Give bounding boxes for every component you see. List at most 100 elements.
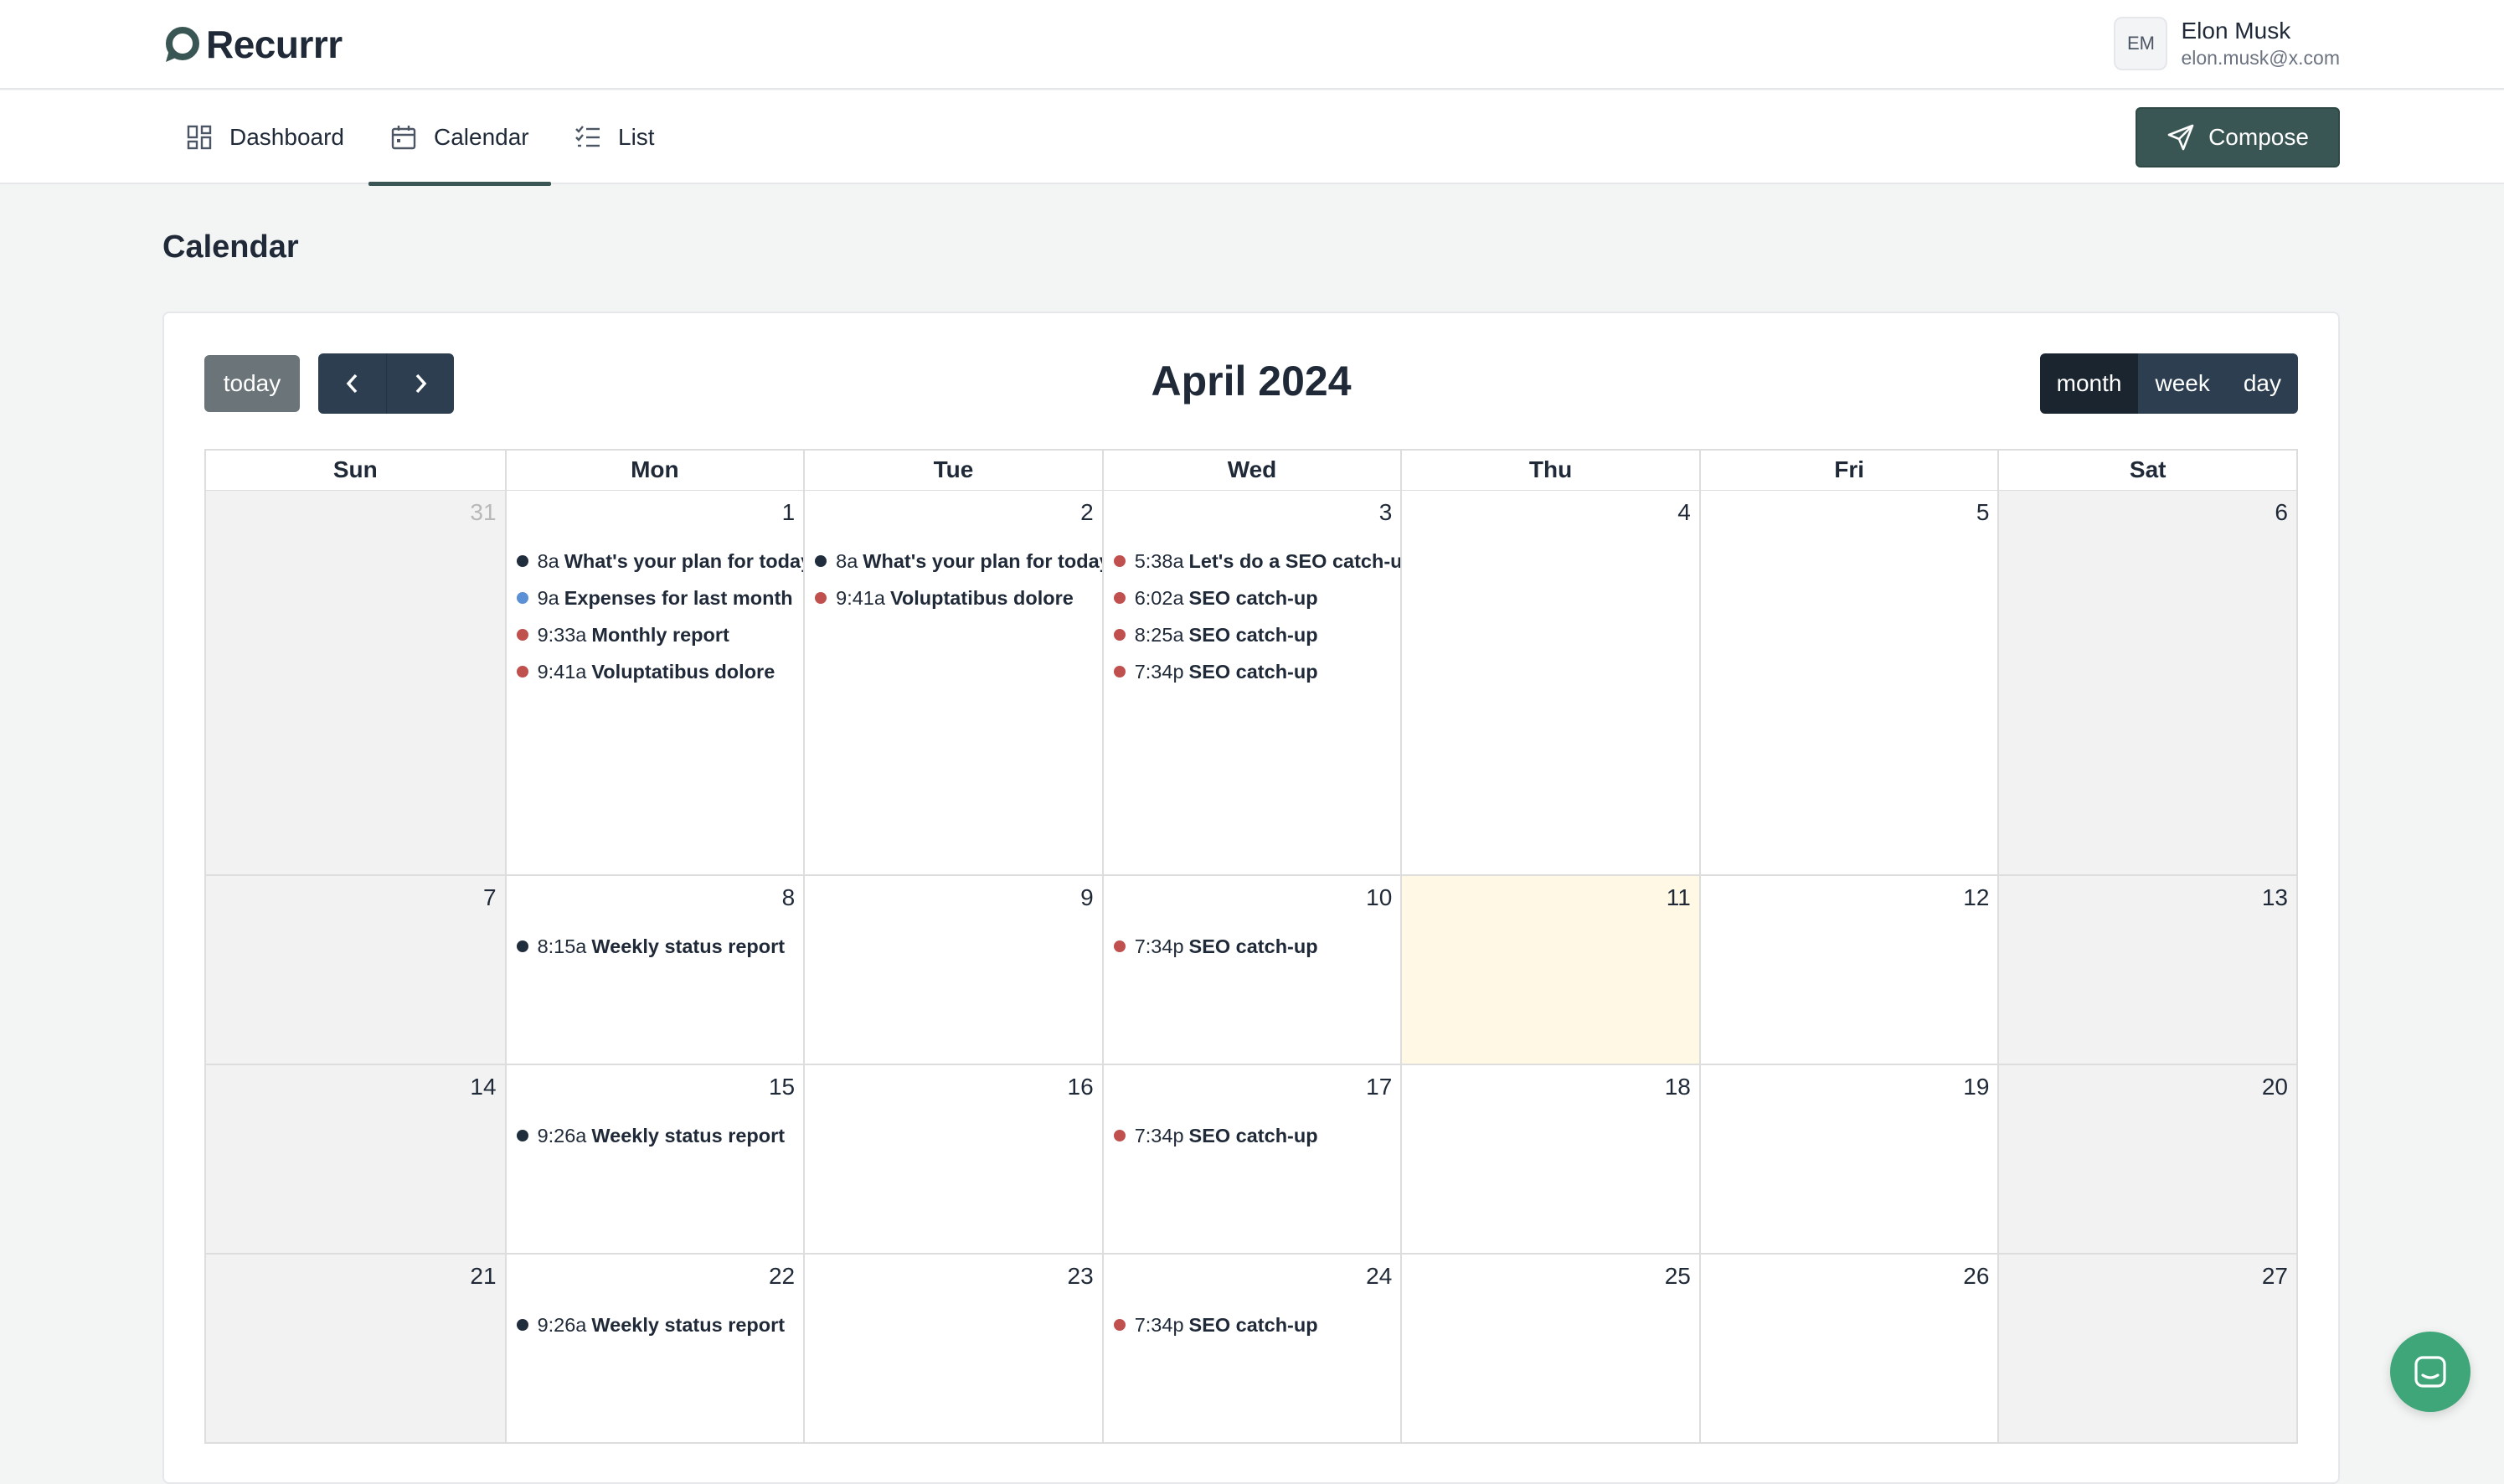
day-cell[interactable]: 2 8a What's your plan for today? 9:41a Volup… <box>803 491 1102 874</box>
app-logo[interactable]: Recurrr <box>162 20 343 69</box>
calendar-event[interactable]: 6:02a SEO catch-up <box>1113 580 1401 616</box>
view-week-button[interactable]: week <box>2138 353 2227 414</box>
tab-dashboard[interactable]: Dashboard <box>164 90 366 184</box>
day-number[interactable]: 10 <box>1366 884 1392 911</box>
day-number[interactable]: 7 <box>483 884 497 911</box>
day-number[interactable]: 18 <box>1665 1074 1691 1100</box>
day-number[interactable]: 17 <box>1366 1074 1392 1100</box>
day-cell[interactable]: 7 <box>206 876 505 1064</box>
user-menu[interactable]: EM Elon Musk elon.musk@x.com <box>2114 15 2340 72</box>
day-number[interactable]: 16 <box>1068 1074 1094 1100</box>
day-number[interactable]: 1 <box>782 499 796 526</box>
calendar-event[interactable]: 5:38a Let's do a SEO catch-up <box>1113 543 1400 580</box>
event-time: 9:26a <box>537 1313 587 1336</box>
day-number[interactable]: 5 <box>1976 499 1990 526</box>
tab-list[interactable]: List <box>553 90 677 184</box>
day-number[interactable]: 15 <box>769 1074 795 1100</box>
day-cell[interactable]: 27 <box>1997 1255 2296 1442</box>
day-cell[interactable]: 26 <box>1698 1255 1998 1442</box>
day-number[interactable]: 2 <box>1080 499 1094 526</box>
day-number[interactable]: 31 <box>470 499 496 526</box>
day-cell[interactable]: 16 <box>803 1065 1102 1253</box>
calendar-event[interactable]: 9:26a Weekly status report <box>516 1306 804 1343</box>
day-cell[interactable]: 5 <box>1698 491 1998 874</box>
calendar-event[interactable]: 8a What's your plan for today? <box>516 543 803 580</box>
day-number[interactable]: 27 <box>2262 1263 2288 1290</box>
day-number[interactable]: 14 <box>470 1074 496 1100</box>
week-row: 14 15 9:26a Weekly status report 16 17 7:34p SE… <box>204 1065 2298 1255</box>
calendar-event[interactable]: 9a Expenses for last month <box>516 580 804 616</box>
day-number[interactable]: 6 <box>2275 499 2288 526</box>
day-cell[interactable]: 23 <box>803 1255 1102 1442</box>
chat-launcher-button[interactable] <box>2390 1332 2471 1412</box>
calendar-event[interactable]: 8:25a SEO catch-up <box>1113 616 1401 653</box>
event-dot <box>516 555 528 567</box>
day-number[interactable]: 20 <box>2262 1074 2288 1100</box>
calendar-event[interactable]: 7:34p SEO catch-up <box>1113 1306 1401 1343</box>
event-title: Weekly status report <box>591 1124 786 1146</box>
calendar-event[interactable]: 7:34p SEO catch-up <box>1113 1117 1401 1154</box>
day-cell[interactable]: 13 <box>1997 876 2296 1064</box>
day-cell[interactable]: 6 <box>1997 491 2296 874</box>
day-number[interactable]: 8 <box>782 884 796 911</box>
day-number[interactable]: 9 <box>1080 884 1094 911</box>
view-day-button[interactable]: day <box>2226 353 2298 414</box>
tab-label: Calendar <box>434 124 529 150</box>
chat-icon <box>2414 1356 2446 1388</box>
event-time: 9a <box>537 586 559 609</box>
day-number[interactable]: 22 <box>769 1263 795 1290</box>
day-cell[interactable]: 11 <box>1400 876 1699 1064</box>
day-cell[interactable]: 9 <box>803 876 1102 1064</box>
day-number[interactable]: 26 <box>1963 1263 1989 1290</box>
calendar-event[interactable]: 9:26a Weekly status report <box>516 1117 804 1154</box>
day-number[interactable]: 13 <box>2262 884 2288 911</box>
day-cell[interactable]: 31 <box>206 491 505 874</box>
event-time: 7:34p <box>1134 1124 1184 1146</box>
day-cell[interactable]: 24 7:34p SEO catch-up <box>1101 1255 1401 1442</box>
day-number[interactable]: 21 <box>470 1263 496 1290</box>
day-number[interactable]: 25 <box>1665 1263 1691 1290</box>
event-dot <box>1113 1130 1126 1141</box>
day-number[interactable]: 12 <box>1963 884 1989 911</box>
day-cell[interactable]: 8 8:15a Weekly status report <box>504 876 804 1064</box>
day-cell[interactable]: 3 5:38a Let's do a SEO catch-up 6:02a SEO ca… <box>1101 491 1401 874</box>
day-cell[interactable]: 15 9:26a Weekly status report <box>504 1065 804 1253</box>
weekday-header: Sun Mon Tue Wed Thu Fri Sat <box>204 449 2298 491</box>
day-number[interactable]: 23 <box>1068 1263 1094 1290</box>
tab-calendar[interactable]: Calendar <box>368 90 551 186</box>
day-number[interactable]: 4 <box>1677 499 1691 526</box>
day-cell[interactable]: 18 <box>1400 1065 1699 1253</box>
calendar-event[interactable]: 9:33a Monthly report <box>516 616 804 653</box>
calendar-event[interactable]: 8a What's your plan for today? <box>815 543 1102 580</box>
calendar-event[interactable]: 8:15a Weekly status report <box>516 928 804 965</box>
day-cell[interactable]: 25 <box>1400 1255 1699 1442</box>
event-dot <box>516 629 528 641</box>
day-cell[interactable]: 12 <box>1698 876 1998 1064</box>
view-month-button[interactable]: month <box>2039 353 2139 414</box>
day-cell[interactable]: 22 9:26a Weekly status report <box>504 1255 804 1442</box>
day-cell[interactable]: 14 <box>206 1065 505 1253</box>
day-number[interactable]: 11 <box>1667 884 1691 911</box>
day-events: 5:38a Let's do a SEO catch-up 6:02a SEO cat… <box>1113 543 1401 690</box>
day-number[interactable]: 19 <box>1963 1074 1989 1100</box>
avatar[interactable]: EM <box>2114 17 2168 70</box>
calendar-event[interactable]: 9:41a Voluptatibus dolore <box>516 653 804 690</box>
day-events: 7:34p SEO catch-up <box>1113 928 1401 965</box>
day-cell[interactable]: 19 <box>1698 1065 1998 1253</box>
day-cell[interactable]: 21 <box>206 1255 505 1442</box>
day-cell[interactable]: 17 7:34p SEO catch-up <box>1101 1065 1401 1253</box>
day-cell[interactable]: 10 7:34p SEO catch-up <box>1101 876 1401 1064</box>
day-cell[interactable]: 4 <box>1400 491 1699 874</box>
day-cell[interactable]: 20 <box>1997 1065 2296 1253</box>
calendar-event[interactable]: 7:34p SEO catch-up <box>1113 653 1401 690</box>
calendar-event[interactable]: 7:34p SEO catch-up <box>1113 928 1401 965</box>
event-dot <box>815 592 827 604</box>
event-time: 8:25a <box>1134 623 1184 646</box>
day-cell[interactable]: 1 8a What's your plan for today? 9a Expenses… <box>504 491 804 874</box>
event-time: 6:02a <box>1134 586 1184 609</box>
calendar-event[interactable]: 9:41a Voluptatibus dolore <box>815 580 1102 616</box>
event-title: SEO catch-up <box>1188 1313 1318 1336</box>
day-number[interactable]: 24 <box>1366 1263 1392 1290</box>
compose-button[interactable]: Compose <box>2136 107 2340 167</box>
day-number[interactable]: 3 <box>1379 499 1393 526</box>
